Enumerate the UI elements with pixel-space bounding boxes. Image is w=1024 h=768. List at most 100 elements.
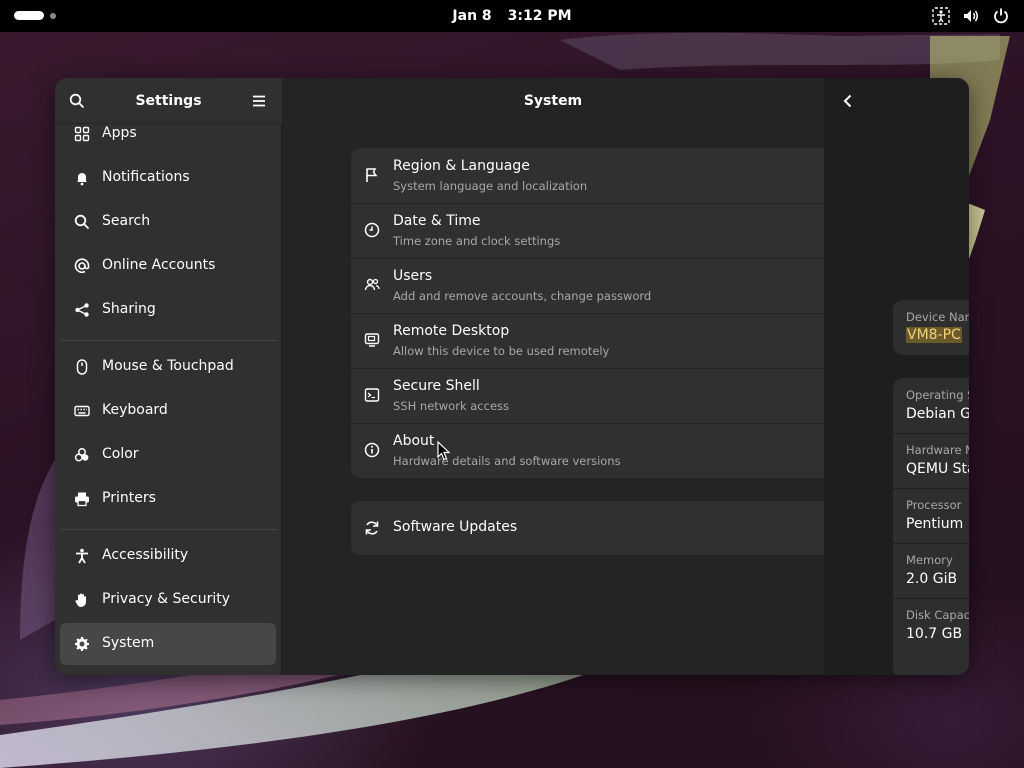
system-settings-list: Region & Language System language and lo… [351,148,831,478]
system-tray[interactable] [932,0,1010,32]
property-label: Memory [906,553,953,567]
color-icon [73,446,91,464]
row-users[interactable]: Users Add and remove accounts, change pa… [351,258,831,313]
sidebar-separator [60,340,278,341]
sidebar-item-online-accounts[interactable]: Online Accounts [60,245,276,287]
property-label: Hardware M [906,443,969,457]
refresh-icon [363,519,381,537]
row-title: About [393,433,435,449]
sidebar-item-label: Keyboard [102,402,168,418]
row-subtitle: Allow this device to be used remotely [393,344,610,358]
sidebar-header: Settings [55,78,282,124]
row-subtitle: Hardware details and software versions [393,454,621,468]
property-operating-system: Operating S Debian GN [893,378,969,433]
about-pane: Device Nam VM8-PC Operating S Debian GN … [824,78,969,675]
sidebar-item-label: Online Accounts [102,257,216,273]
clock-button[interactable]: Jan 8 3:12 PM [0,0,1024,32]
sidebar-item-color[interactable]: Color [60,434,276,476]
property-processor: Processor Pentium I [893,488,969,543]
sidebar-item-label: Color [102,446,139,462]
row-software-updates[interactable]: Software Updates [351,501,831,555]
sidebar-item-search[interactable]: Search [60,201,276,243]
terminal-icon [363,386,381,404]
row-about[interactable]: About Hardware details and software vers… [351,423,831,478]
search-icon[interactable] [65,89,89,113]
row-subtitle: Time zone and clock settings [393,234,561,248]
row-title: Date & Time [393,213,481,229]
sidebar-item-label: System [102,635,155,651]
remote-desktop-icon [363,331,381,349]
back-arrow-icon[interactable] [836,89,860,113]
clock-icon [363,221,381,239]
row-secure-shell[interactable]: Secure Shell SSH network access [351,368,831,423]
row-title: Remote Desktop [393,323,510,339]
row-remote-desktop[interactable]: Remote Desktop Allow this device to be u… [351,313,831,368]
sidebar-list: Apps Notifications Search Online Account… [55,124,282,675]
device-name-label: Device Nam [906,310,969,324]
property-disk-capacity: Disk Capaci 10.7 GB [893,598,969,653]
info-icon [363,441,381,459]
property-value: Pentium I [906,516,969,532]
device-name-card[interactable]: Device Nam VM8-PC [893,300,969,355]
sidebar-item-sharing[interactable]: Sharing [60,289,276,331]
printer-icon [73,490,91,508]
share-icon [73,301,91,319]
search-icon [73,213,91,231]
sidebar-item-keyboard[interactable]: Keyboard [60,390,276,432]
sidebar-item-privacy-security[interactable]: Privacy & Security [60,579,276,621]
sidebar-item-label: Sharing [102,301,156,317]
time-label: 3:12 PM [507,8,572,24]
row-subtitle: System language and localization [393,179,588,193]
row-title: Users [393,268,433,284]
sidebar-item-system[interactable]: System [60,623,276,665]
property-value: 10.7 GB [906,626,963,642]
mouse-cursor-icon [437,441,451,461]
device-name-value[interactable]: VM8-PC [906,327,962,343]
page-title: System [523,93,583,109]
row-region-language[interactable]: Region & Language System language and lo… [351,148,831,203]
hamburger-menu-icon[interactable] [247,89,271,113]
row-title: Software Updates [393,519,518,535]
users-icon [363,276,381,294]
software-updates-group: Software Updates [351,501,831,555]
sidebar-item-apps[interactable]: Apps [60,124,276,155]
property-value: 2.0 GiB [906,571,958,587]
accessibility-icon [73,547,91,565]
property-value: QEMU Sta [906,461,969,477]
system-page: System Region & Language System language… [282,78,831,675]
sidebar-separator [60,529,278,530]
flag-icon [363,166,381,184]
sidebar-item-mouse-touchpad[interactable]: Mouse & Touchpad [60,346,276,388]
row-title: Region & Language [393,158,530,174]
apps-grid-icon [73,125,91,143]
property-memory: Memory 2.0 GiB [893,543,969,598]
sidebar-item-accessibility[interactable]: Accessibility [60,535,276,577]
hand-icon [73,591,91,609]
sidebar-item-printers[interactable]: Printers [60,478,276,520]
property-label: Operating S [906,388,969,402]
row-date-time[interactable]: Date & Time Time zone and clock settings [351,203,831,258]
property-label: Processor [906,498,962,512]
sidebar-item-label: Accessibility [102,547,189,563]
volume-icon[interactable] [962,7,980,25]
system-properties-card: Operating S Debian GN Hardware M QEMU St… [893,378,969,675]
row-subtitle: Add and remove accounts, change password [393,289,652,303]
sidebar-title: Settings [135,92,202,109]
sidebar-item-notifications[interactable]: Notifications [60,157,276,199]
at-sign-icon [73,257,91,275]
sidebar-item-label: Printers [102,490,156,506]
mouse-icon [73,358,91,376]
sidebar-item-label: Mouse & Touchpad [102,358,234,374]
accessibility-tray-icon[interactable] [932,7,950,25]
sidebar-item-label: Privacy & Security [102,591,230,607]
power-icon[interactable] [992,7,1010,25]
property-value: Debian GN [906,406,969,422]
row-subtitle: SSH network access [393,399,510,413]
top-bar: Jan 8 3:12 PM [0,0,1024,32]
sidebar-item-label: Search [102,213,151,229]
sidebar: Settings Apps Notifications Search Onlin… [55,78,282,675]
sidebar-item-label: Apps [102,125,137,141]
bell-icon [73,169,91,187]
settings-window: Settings Apps Notifications Search Onlin… [55,78,969,675]
property-hardware-model: Hardware M QEMU Sta [893,433,969,488]
